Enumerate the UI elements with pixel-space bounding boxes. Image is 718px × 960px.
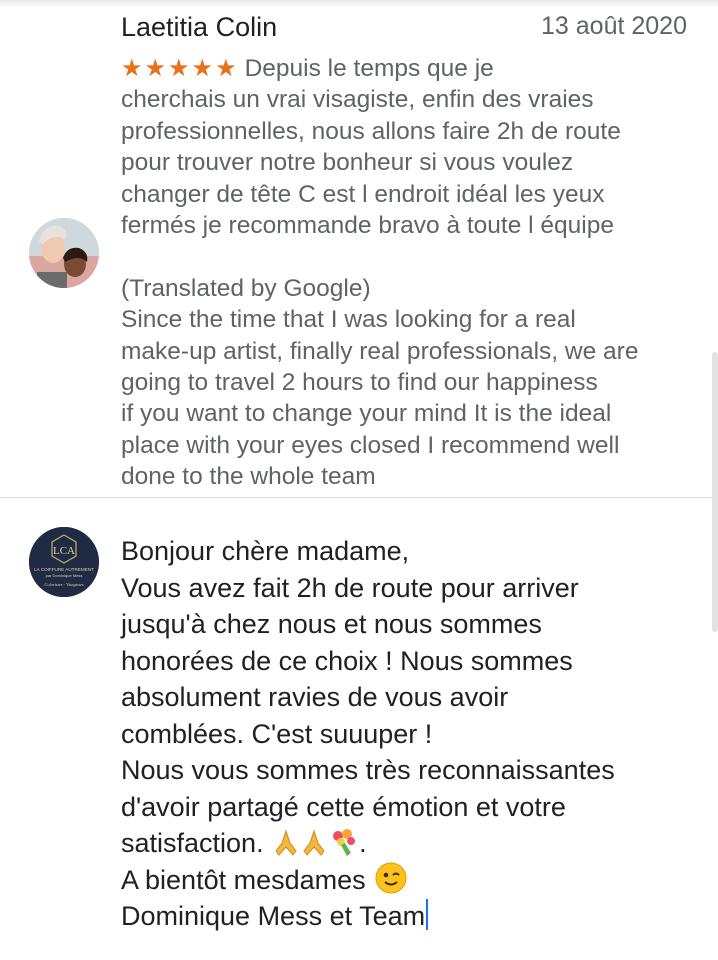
svg-text:par Dominique Mess: par Dominique Mess <box>46 573 83 578</box>
avatar-photo-icon <box>29 218 99 288</box>
review-body: ★★★★★ Depuis le temps que je cherchais un… <box>121 53 701 492</box>
star-rating: ★★★★★ <box>121 55 239 82</box>
reply-line: honorées de ce choix ! Nous sommes <box>121 645 573 676</box>
praying-hands-icon <box>301 829 327 867</box>
divider <box>0 497 718 498</box>
svg-text:LA COIFFURE AUTREMENT: LA COIFFURE AUTREMENT <box>34 567 94 572</box>
reviewer-avatar[interactable] <box>29 218 99 288</box>
reviewer-name[interactable]: Laetitia Colin <box>121 12 277 43</box>
text-cursor <box>426 899 429 930</box>
winking-face-icon <box>375 862 407 904</box>
translation-line: if you want to change your mind It is th… <box>121 400 612 428</box>
reply-line: absolument ravies de vous avoir <box>121 682 509 712</box>
review-card: Laetitia Colin 13 août 2020 ★★★★★ Depuis … <box>0 0 718 497</box>
reply-line: jusqu'à chez nous et nous sommes <box>121 609 542 639</box>
reply-line: Nous vous sommes très reconnaissantes <box>121 755 615 785</box>
review-line: fermés je recommande bravo à toute l équ… <box>121 211 614 239</box>
translation-line: going to travel 2 hours to find our happ… <box>121 368 598 396</box>
reply-line: satisfaction. . <box>121 825 711 862</box>
review-line: pour trouver notre bonheur si vous voule… <box>121 149 574 177</box>
review-line: changer de tête C est l endroit idéal le… <box>121 180 605 208</box>
translation-line: Since the time that I was looking for a … <box>121 306 576 334</box>
review-line: cherchais un vrai visagiste, enfin des v… <box>121 86 594 114</box>
svg-text:Coloristes - Visagistes: Coloristes - Visagistes <box>44 582 83 587</box>
salon-logo-icon: LCA LA COIFFURE AUTREMENT par Dominique … <box>29 527 99 597</box>
owner-reply[interactable]: Bonjour chère madame, Vous avez fait 2h … <box>121 533 711 935</box>
reply-line: comblées. C'est suuuper ! <box>121 718 433 749</box>
reply-line: Bonjour chère madame, <box>121 536 410 566</box>
praying-hands-icon <box>273 829 299 867</box>
reply-line: A bientôt mesdames <box>121 862 711 899</box>
reply-line: d'avoir partagé cette émotion et votre <box>121 791 566 822</box>
owner-avatar[interactable]: LCA LA COIFFURE AUTREMENT par Dominique … <box>29 527 99 597</box>
scrollbar[interactable] <box>712 352 718 632</box>
translation-line: place with your eyes closed I recommend … <box>121 431 620 459</box>
review-line: ★★★★★ Depuis le temps que je <box>121 55 494 82</box>
svg-text:LCA: LCA <box>53 545 75 557</box>
translation-line: done to the whole team <box>121 463 376 491</box>
review-line: professionnelles, nous allons faire 2h d… <box>121 117 621 145</box>
translation-line: make-up artist, finally real professiona… <box>121 337 639 365</box>
reply-line: Dominique Mess et Team <box>121 898 711 935</box>
translation-label: (Translated by Google) <box>121 274 371 302</box>
review-date: 13 août 2020 <box>541 12 687 40</box>
reply-line: Vous avez fait 2h de route pour arriver <box>121 572 579 603</box>
bouquet-icon <box>329 827 359 867</box>
